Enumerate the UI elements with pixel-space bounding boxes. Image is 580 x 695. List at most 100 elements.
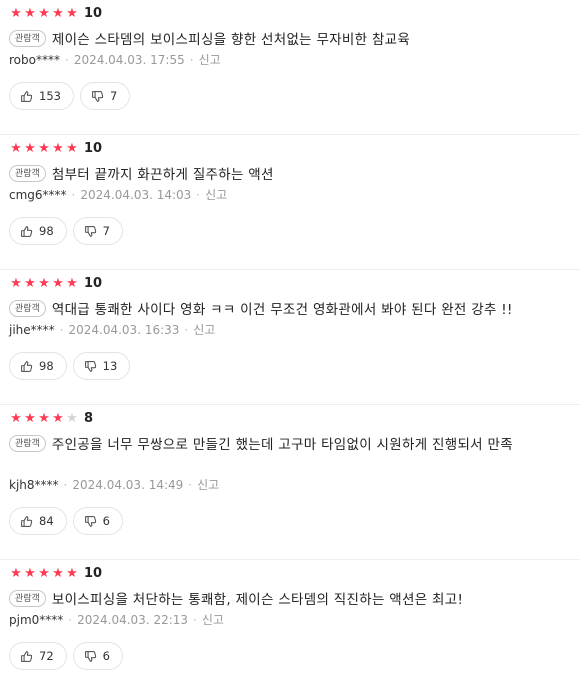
star-icon: ★ — [10, 566, 22, 581]
review-meta: cmg6**** · 2024.04.03. 14:03 · 신고 — [9, 187, 227, 203]
rating-score: 10 — [84, 6, 103, 21]
rating-score: 10 — [84, 276, 103, 291]
review-item: ★ ★ ★ ★ ★ 10 관람객 제이슨 스타뎀의 보이스피싱을 향한 선처없는… — [0, 0, 580, 135]
review-text: 첨부터 끝까지 화끈하게 질주하는 액션 — [51, 167, 274, 183]
star-icon: ★ — [24, 276, 36, 291]
viewer-badge: 관람객 — [9, 590, 46, 607]
dislike-button[interactable]: 7 — [72, 217, 123, 245]
review-text: 역대급 통쾌한 사이다 영화 ㅋㅋ 이건 무조건 영화관에서 봐야 된다 완전 … — [51, 302, 513, 318]
report-link[interactable]: 신고 — [199, 53, 221, 67]
like-count: 153 — [39, 89, 61, 103]
like-count: 72 — [39, 649, 54, 663]
star-icon: ★ — [10, 276, 22, 291]
review-date: 2024.04.03. 14:03 — [80, 188, 192, 202]
star-icon: ★ — [10, 141, 22, 156]
star-rating: ★ ★ ★ ★ ★ — [9, 566, 79, 582]
separator-dot: · — [188, 478, 193, 492]
review-body: 관람객 제이슨 스타뎀의 보이스피싱을 향한 선처없는 무자비한 참교육 — [9, 29, 572, 51]
review-rating: ★ ★ ★ ★ ★ 10 — [9, 6, 102, 22]
viewer-badge: 관람객 — [9, 435, 46, 452]
report-link[interactable]: 신고 — [193, 323, 215, 337]
dislike-button[interactable]: 7 — [79, 82, 131, 110]
like-button[interactable]: 84 — [9, 507, 67, 535]
review-date: 2024.04.03. 22:13 — [77, 613, 189, 627]
thumbs-up-icon — [21, 90, 33, 102]
separator-dot: · — [59, 323, 64, 337]
star-icon: ★ — [24, 566, 36, 581]
star-icon: ★ — [24, 141, 36, 156]
review-body: 관람객 보이스피싱을 처단하는 통쾌함, 제이슨 스타뎀의 직진하는 액션은 최… — [9, 589, 572, 611]
review-author: pjm0**** — [9, 613, 64, 627]
review-body: 관람객 첨부터 끝까지 화끈하게 질주하는 액션 — [9, 164, 572, 186]
star-icon: ★ — [10, 6, 22, 21]
like-button[interactable]: 98 — [9, 352, 67, 380]
separator-dot: · — [68, 613, 73, 627]
star-icon: ★ — [38, 6, 50, 21]
star-rating: ★ ★ ★ ★ ★ — [9, 141, 79, 157]
rating-score: 10 — [84, 566, 103, 581]
review-rating: ★ ★ ★ ★ ★ 10 — [9, 276, 102, 292]
review-date: 2024.04.03. 14:49 — [72, 478, 184, 492]
star-rating: ★ ★ ★ ★ ★ — [9, 6, 79, 22]
star-icon: ★ — [52, 411, 64, 426]
star-icon: ★ — [66, 6, 78, 21]
like-button[interactable]: 72 — [9, 642, 67, 670]
dislike-count: 13 — [102, 359, 118, 373]
dislike-count: 7 — [102, 224, 110, 238]
like-count: 98 — [39, 359, 54, 373]
star-icon: ★ — [38, 566, 50, 581]
star-icon: ★ — [10, 411, 22, 426]
review-meta: jihe**** · 2024.04.03. 16:33 · 신고 — [9, 322, 215, 338]
review-author: kjh8**** — [9, 478, 59, 492]
star-icon: ★ — [52, 6, 64, 21]
review-meta: robo**** · 2024.04.03. 17:55 · 신고 — [9, 52, 221, 68]
report-link[interactable]: 신고 — [197, 478, 219, 492]
thumbs-up-icon — [21, 360, 33, 372]
dislike-button[interactable]: 13 — [72, 352, 131, 380]
like-button[interactable]: 153 — [9, 82, 74, 110]
thumbs-up-icon — [21, 515, 33, 527]
like-count: 98 — [39, 224, 54, 238]
review-author: jihe**** — [9, 323, 55, 337]
separator-dot: · — [63, 478, 68, 492]
separator-dot: · — [193, 613, 197, 627]
separator-dot: · — [196, 188, 201, 202]
review-item: ★ ★ ★ ★ ★ 8 관람객 주인공을 너무 무쌍으로 만들긴 했는데 고구마… — [0, 405, 580, 560]
separator-dot: · — [71, 188, 76, 202]
dislike-button[interactable]: 6 — [72, 507, 123, 535]
review-item: ★ ★ ★ ★ ★ 10 관람객 역대급 통쾌한 사이다 영화 ㅋㅋ 이건 무조… — [0, 270, 580, 405]
star-rating: ★ ★ ★ ★ ★ — [9, 411, 79, 427]
report-link[interactable]: 신고 — [202, 613, 224, 627]
viewer-badge: 관람객 — [9, 30, 46, 47]
like-button[interactable]: 98 — [9, 217, 67, 245]
separator-dot: · — [64, 53, 69, 67]
star-icon: ★ — [38, 141, 50, 156]
star-icon: ★ — [66, 276, 78, 291]
review-text: 제이슨 스타뎀의 보이스피싱을 향한 선처없는 무자비한 참교육 — [51, 32, 411, 48]
dislike-button[interactable]: 6 — [72, 642, 123, 670]
review-body: 관람객 주인공을 너무 무쌍으로 만들긴 했는데 고구마 타임없이 시원하게 진… — [9, 434, 572, 456]
star-icon: ★ — [24, 6, 36, 21]
rating-score: 8 — [84, 411, 94, 426]
star-icon: ★ — [52, 141, 64, 156]
separator-dot: · — [184, 323, 189, 337]
review-author: robo**** — [9, 53, 60, 67]
star-icon: ★ — [66, 141, 78, 156]
thumbs-down-icon — [84, 225, 96, 237]
star-icon: ★ — [52, 276, 64, 291]
review-rating: ★ ★ ★ ★ ★ 10 — [9, 141, 102, 157]
thumbs-up-icon — [21, 225, 33, 237]
review-text: 주인공을 너무 무쌍으로 만들긴 했는데 고구마 타임없이 시원하게 진행되서 … — [51, 437, 513, 453]
separator-dot: · — [189, 53, 194, 67]
vote-buttons: 98 7 — [9, 217, 123, 245]
vote-buttons: 72 6 — [9, 642, 123, 670]
star-icon: ★ — [38, 411, 50, 426]
report-link[interactable]: 신고 — [205, 188, 227, 202]
review-rating: ★ ★ ★ ★ ★ 10 — [9, 566, 102, 582]
star-icon: ★ — [66, 566, 78, 581]
vote-buttons: 153 7 — [9, 82, 131, 110]
review-body: 관람객 역대급 통쾌한 사이다 영화 ㅋㅋ 이건 무조건 영화관에서 봐야 된다… — [9, 299, 572, 321]
dislike-count: 6 — [102, 514, 110, 528]
review-item: ★ ★ ★ ★ ★ 10 관람객 보이스피싱을 처단하는 통쾌함, 제이슨 스타… — [0, 560, 580, 695]
review-date: 2024.04.03. 16:33 — [68, 323, 180, 337]
